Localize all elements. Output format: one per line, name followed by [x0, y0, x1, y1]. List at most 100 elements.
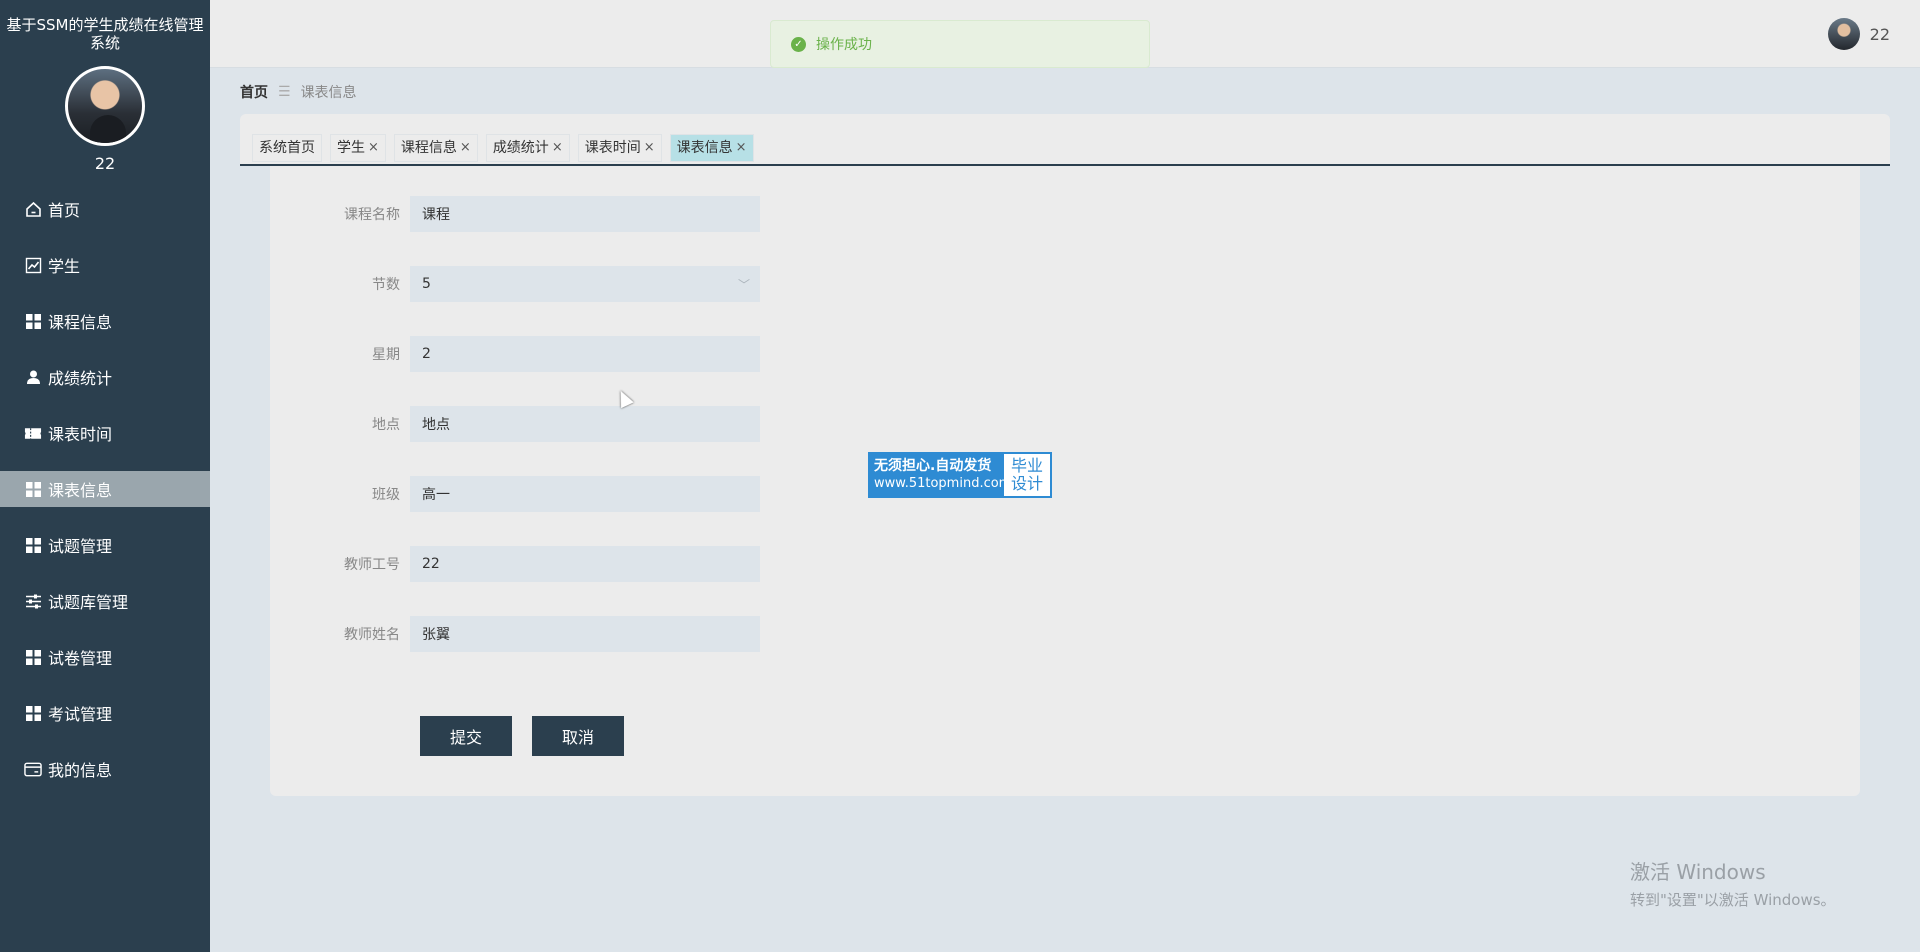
activation-hint: 转到"设置"以激活 Windows。: [1630, 891, 1836, 909]
location-field[interactable]: 地点: [410, 406, 760, 442]
promo-line-2: www.51topmind.com: [874, 476, 1012, 491]
grid-icon: [24, 648, 42, 666]
grid-icon: [24, 536, 42, 554]
form-row-class: 班级 高一: [270, 476, 760, 512]
weekday-field[interactable]: 2: [410, 336, 760, 372]
sidebar-item-label: 试题管理: [48, 537, 113, 556]
top-username: 22: [1869, 24, 1890, 44]
tab-label: 学生: [337, 140, 365, 156]
field-label: 教师姓名: [344, 627, 400, 643]
form-row-teacher-name: 教师姓名 张翼: [270, 616, 760, 652]
field-label: 节数: [372, 277, 400, 293]
sidebar-item-label: 课表信息: [48, 481, 113, 500]
tab-label: 课表信息: [676, 140, 733, 156]
sidebar-item-label: 试卷管理: [48, 649, 113, 668]
submit-button[interactable]: 提交: [420, 716, 512, 756]
sliders-icon: [24, 592, 42, 610]
card-icon: [24, 760, 42, 778]
form-row-periods: 节数 5 ﹀: [270, 266, 760, 302]
field-label: 星期: [372, 347, 400, 363]
sidebar-item-question-bank[interactable]: 试题库管理: [0, 583, 210, 619]
close-icon[interactable]: ×: [552, 134, 563, 162]
tab-label: 成绩统计: [492, 140, 549, 156]
tab-label: 课表时间: [584, 140, 641, 156]
breadcrumb: 首页 ☰ 课表信息: [240, 82, 357, 102]
windows-activation-notice: 激活 Windows 转到"设置"以激活 Windows。: [1630, 856, 1836, 910]
ticket-icon: [24, 424, 42, 442]
chevron-down-icon: ﹀: [737, 278, 750, 292]
promo-right-1: 毕业: [1010, 456, 1043, 475]
close-icon[interactable]: ×: [644, 134, 655, 162]
sidebar-item-grades[interactable]: 成绩统计: [0, 359, 210, 395]
sidebar-item-label: 课表时间: [48, 425, 113, 444]
breadcrumb-current: 课表信息: [300, 85, 357, 101]
system-title: 基于SSM的学生成绩在线管理系统: [6, 16, 204, 52]
avatar[interactable]: [65, 66, 145, 146]
home-icon: [24, 200, 42, 218]
form-row-teacher-id: 教师工号 22: [270, 546, 760, 582]
class-field[interactable]: 高一: [410, 476, 760, 512]
sidebar-item-papers[interactable]: 试卷管理: [0, 639, 210, 675]
sidebar-item-courses[interactable]: 课程信息: [0, 303, 210, 339]
tab-schedule-info[interactable]: 课表信息 ×: [669, 134, 754, 162]
select-value: 5: [422, 276, 431, 292]
tabs: 系统首页 学生 × 课程信息 × 成绩统计 × 课表时间 × 课表信息 ×: [252, 134, 762, 162]
sidebar-item-my-info[interactable]: 我的信息: [0, 751, 210, 787]
close-icon[interactable]: ×: [368, 134, 379, 162]
tab-grades[interactable]: 成绩统计 ×: [485, 134, 570, 162]
breadcrumb-home[interactable]: 首页: [240, 82, 268, 102]
field-label: 教师工号: [344, 557, 400, 573]
sidebar-item-label: 考试管理: [48, 705, 113, 724]
promo-left: 无须担心.自动发货 www.51topmind.com: [870, 454, 1012, 496]
top-user-menu[interactable]: 22: [1827, 18, 1890, 50]
sidebar-item-students[interactable]: 学生: [0, 247, 210, 283]
periods-select[interactable]: 5 ﹀: [410, 266, 760, 302]
grid-icon: [24, 480, 42, 498]
user-icon: [24, 368, 42, 386]
sidebar-item-label: 学生: [48, 257, 81, 276]
grid-icon: [24, 704, 42, 722]
sidebar-item-schedule-time[interactable]: 课表时间: [0, 415, 210, 451]
sidebar-menu: 首页 学生 课程信息 成绩统计 课表时间 课表信息 试题管理 试题库管理 试卷管…: [0, 191, 210, 787]
tab-label: 系统首页: [259, 140, 315, 156]
tab-courses[interactable]: 课程信息 ×: [393, 134, 478, 162]
course-name-field[interactable]: 课程: [410, 196, 760, 232]
tab-students[interactable]: 学生 ×: [330, 134, 386, 162]
sidebar-item-label: 课程信息: [48, 313, 113, 332]
tab-system-home[interactable]: 系统首页: [252, 134, 322, 162]
cancel-button[interactable]: 取消: [532, 716, 624, 756]
form-row-course-name: 课程名称 课程: [270, 196, 760, 232]
promo-right-2: 设计: [1010, 474, 1043, 493]
sidebar-item-label: 我的信息: [48, 761, 113, 780]
teacher-name-field[interactable]: 张翼: [410, 616, 760, 652]
field-label: 地点: [372, 417, 400, 433]
tab-schedule-time[interactable]: 课表时间 ×: [577, 134, 662, 162]
field-label: 课程名称: [344, 207, 400, 223]
teacher-id-field[interactable]: 22: [410, 546, 760, 582]
menu-lines-icon: ☰: [278, 84, 291, 100]
form-row-weekday: 星期 2: [270, 336, 760, 372]
grid-icon: [24, 312, 42, 330]
close-icon[interactable]: ×: [460, 134, 471, 162]
sidebar-item-exams[interactable]: 考试管理: [0, 695, 210, 731]
chart-icon: [24, 256, 42, 274]
promo-banner[interactable]: 无须担心.自动发货 www.51topmind.com 毕业 设计: [868, 452, 1052, 498]
tab-label: 课程信息: [400, 140, 457, 156]
field-label: 班级: [372, 487, 400, 503]
activation-title: 激活 Windows: [1630, 860, 1766, 884]
promo-line-1: 无须担心.自动发货: [874, 458, 992, 474]
sidebar-username: 22: [94, 154, 116, 173]
sidebar-item-label: 首页: [48, 201, 81, 220]
close-icon[interactable]: ×: [736, 134, 747, 162]
check-circle-icon: ✓: [791, 36, 806, 52]
sidebar-item-home[interactable]: 首页: [0, 191, 210, 227]
sidebar-item-questions[interactable]: 试题管理: [0, 527, 210, 563]
sidebar-item-schedule-info[interactable]: 课表信息: [0, 471, 210, 507]
user-avatar[interactable]: [1827, 18, 1860, 50]
success-toast: ✓ 操作成功: [770, 20, 1150, 68]
sidebar-item-label: 试题库管理: [48, 593, 129, 612]
toast-message: 操作成功: [816, 37, 872, 53]
promo-right: 毕业 设计: [1004, 454, 1050, 496]
sidebar: 基于SSM的学生成绩在线管理系统 22 首页 学生 课程信息 成绩统计 课表时间…: [0, 0, 210, 952]
sidebar-item-label: 成绩统计: [48, 369, 113, 388]
